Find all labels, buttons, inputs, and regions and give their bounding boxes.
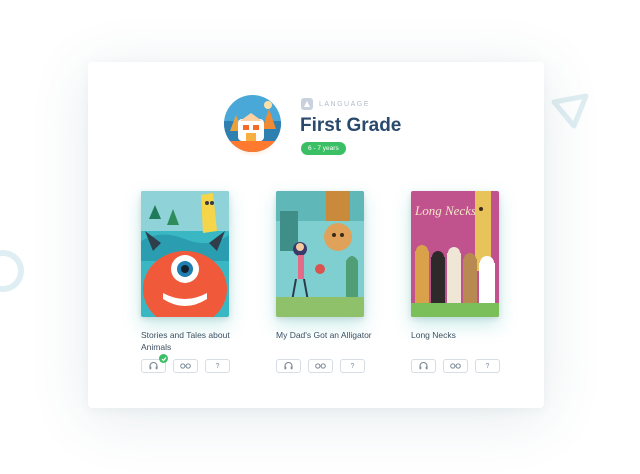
book-card: Long Necks Long Necks ? [411,191,521,373]
read-button[interactable] [308,359,333,373]
quiz-button[interactable]: ? [205,359,230,373]
completed-check-icon [159,354,168,363]
headphones-icon [284,362,293,370]
listen-button[interactable] [141,354,168,373]
book-actions: ? [276,359,386,373]
book-cover[interactable] [141,191,229,317]
quiz-button[interactable]: ? [475,359,500,373]
question-icon: ? [350,362,355,370]
listen-button[interactable] [276,359,301,373]
subject-label: LANGUAGE [319,100,370,108]
language-icon [301,98,313,110]
question-icon: ? [485,362,490,370]
cover-title: Long Necks [414,203,476,218]
glasses-icon [450,363,461,369]
book-actions: ? [411,359,521,373]
book-cover[interactable] [276,191,364,317]
decorative-circle [0,250,24,292]
read-button[interactable] [443,359,468,373]
quiz-button[interactable]: ? [340,359,365,373]
read-button[interactable] [173,359,198,373]
book-title: My Dad's Got an Alligator [276,330,372,340]
subject-row: LANGUAGE [301,98,370,110]
glasses-icon [180,363,191,369]
book-cover[interactable]: Long Necks [411,191,499,317]
book-title: Long Necks [411,330,456,340]
age-badge: 6 - 7 years [301,142,346,155]
book-card: My Dad's Got an Alligator ? [276,191,386,373]
course-header: LANGUAGE First Grade 6 - 7 years [224,95,424,185]
book-actions: ? [141,354,251,373]
headphones-icon [149,362,158,370]
page-title: First Grade [300,115,402,136]
glasses-icon [315,363,326,369]
course-card: LANGUAGE First Grade 6 - 7 years Stories… [88,62,544,408]
headphones-icon [419,362,428,370]
decorative-triangle [551,93,589,129]
book-title: Stories and Tales about Animals [141,330,230,352]
book-card: Stories and Tales about Animals ? [141,191,251,373]
question-icon: ? [215,362,220,370]
listen-button[interactable] [411,359,436,373]
course-illustration [224,95,281,157]
